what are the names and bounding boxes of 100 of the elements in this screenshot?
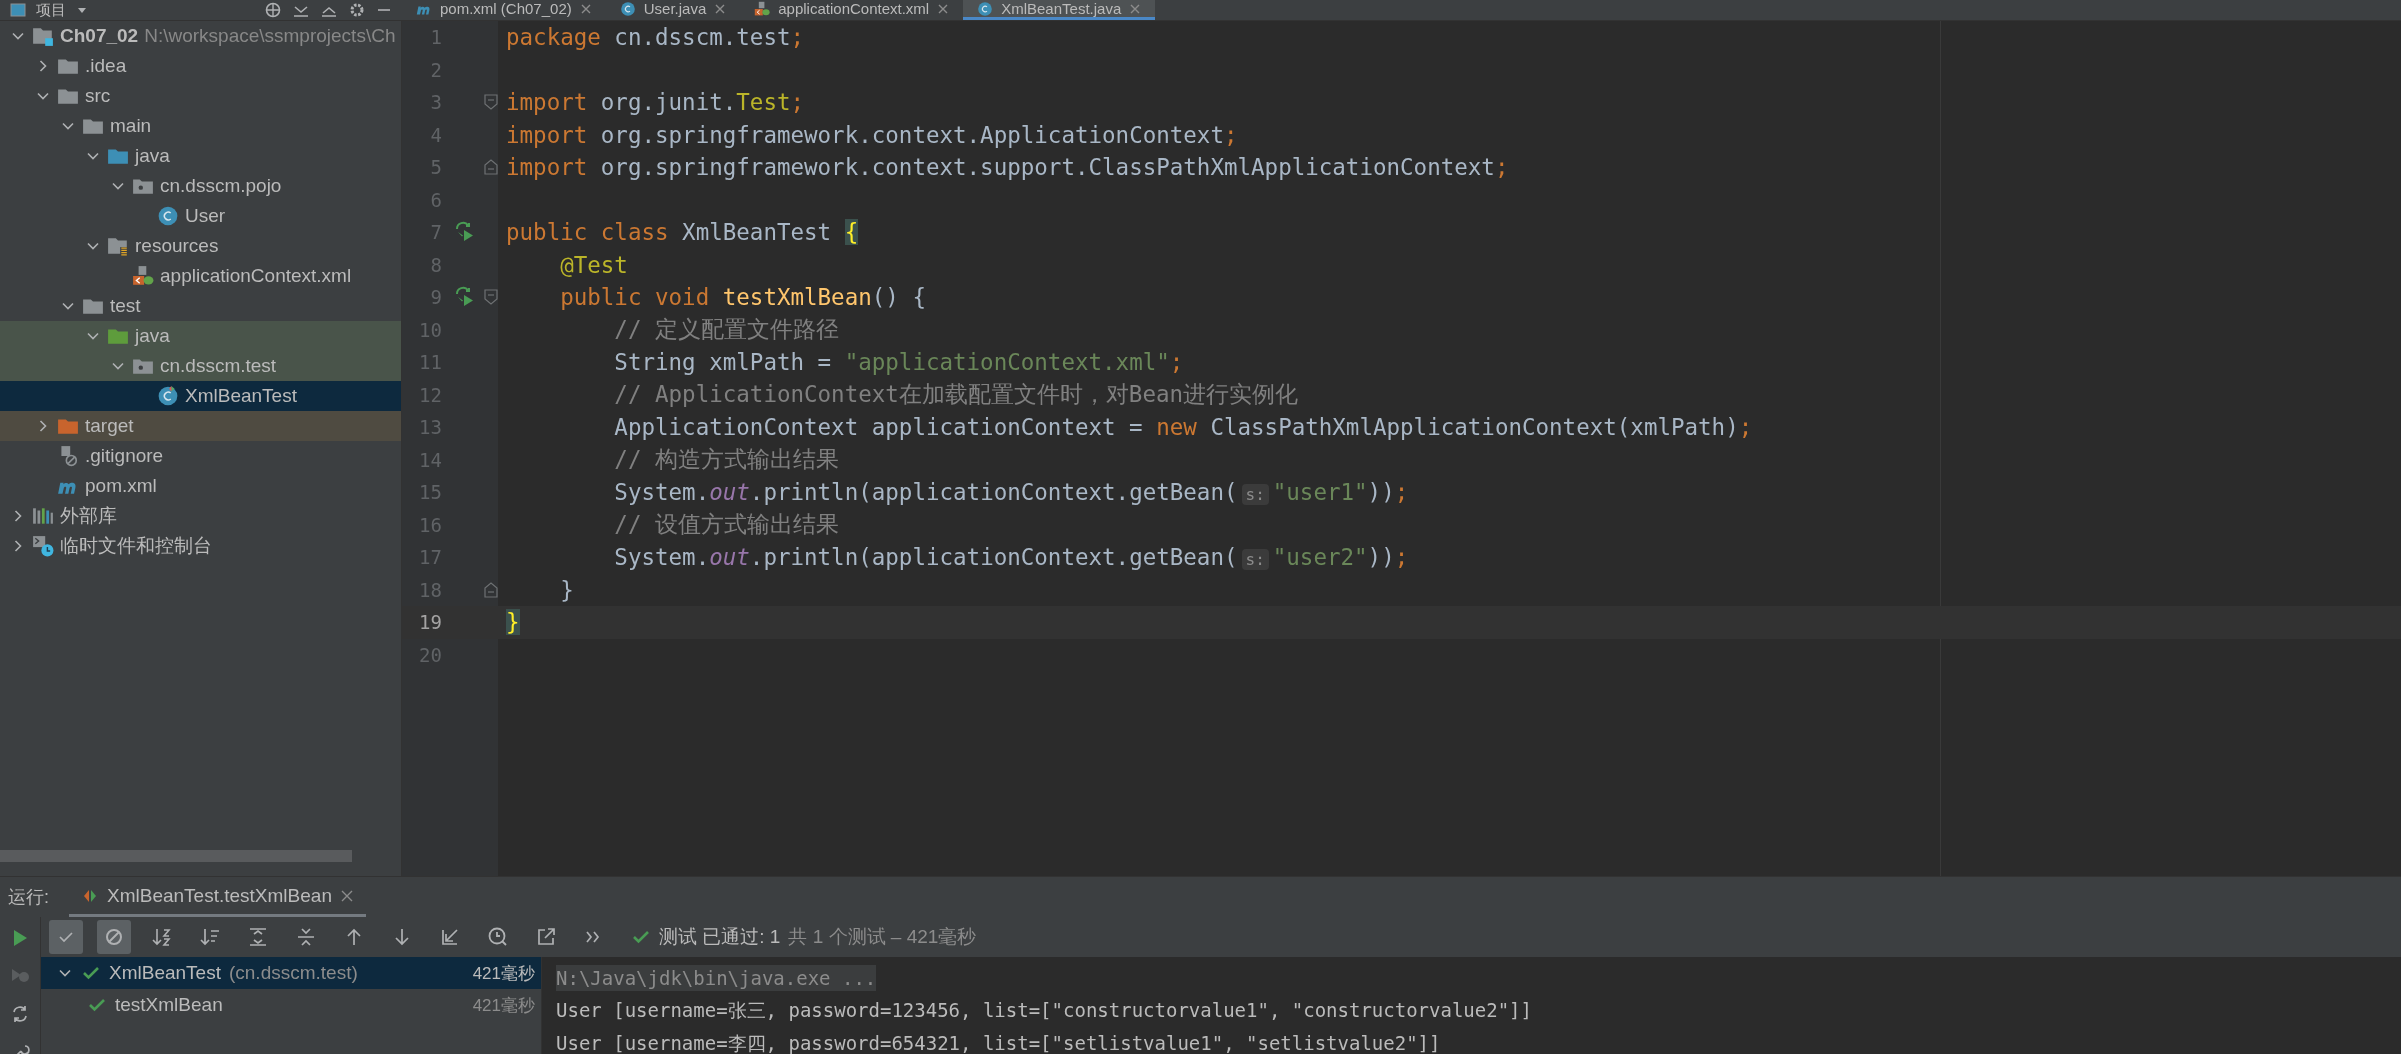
item-label: User bbox=[185, 205, 226, 227]
code-line: System.out.println(applicationContext.getBean( s: "user1")); bbox=[613, 479, 1410, 506]
item-label: .idea bbox=[85, 55, 127, 77]
tree-row[interactable]: .idea bbox=[0, 51, 401, 81]
close-icon[interactable] bbox=[937, 2, 950, 15]
test-name: XmlBeanTest bbox=[109, 962, 221, 984]
tree-row[interactable]: java bbox=[0, 141, 401, 171]
libraries-icon bbox=[32, 505, 54, 527]
module-icon bbox=[32, 25, 54, 47]
code-line: // ApplicationContext在加载配置文件时，对Bean进行实例化 bbox=[613, 380, 1300, 410]
class-icon bbox=[619, 0, 636, 17]
scratches-icon bbox=[32, 535, 54, 557]
close-icon[interactable] bbox=[1129, 2, 1142, 15]
item-label: java bbox=[135, 325, 170, 347]
project-view-icon bbox=[10, 3, 26, 17]
resources-folder-icon bbox=[107, 235, 129, 257]
run-tab[interactable]: XmlBeanTest.testXmlBean bbox=[69, 877, 366, 917]
line-number: 19 bbox=[418, 611, 442, 634]
test-status: 测试 已通过: 1 bbox=[659, 925, 781, 949]
item-label: src bbox=[85, 85, 111, 107]
item-label: applicationContext.xml bbox=[160, 265, 352, 287]
import-icon[interactable] bbox=[439, 926, 461, 948]
fold-marker-icon[interactable] bbox=[484, 94, 498, 111]
test-row[interactable]: XmlBeanTest (cn.dsscm.test) 421毫秒 bbox=[41, 957, 541, 989]
run-panel-label: 运行: bbox=[8, 886, 49, 909]
tree-row[interactable]: src bbox=[0, 81, 401, 111]
code-line: package cn.dsscm.test; bbox=[505, 24, 806, 51]
tree-row[interactable]: test bbox=[0, 291, 401, 321]
editor-tab[interactable]: applicationContext.xml bbox=[740, 0, 964, 20]
tree-row[interactable]: cn.dsscm.test bbox=[0, 351, 401, 381]
xml-file-icon bbox=[132, 265, 154, 287]
tree-row[interactable]: main bbox=[0, 111, 401, 141]
item-label: XmlBeanTest bbox=[185, 385, 297, 407]
tree-row[interactable]: Ch07_02 N:\workspace\ssmprojects\Ch bbox=[0, 21, 401, 51]
toolbar-button[interactable] bbox=[97, 920, 131, 954]
tree-row[interactable]: pom.xml bbox=[0, 471, 401, 501]
tree-row[interactable]: User bbox=[0, 201, 401, 231]
class-icon bbox=[157, 205, 179, 227]
tree-row[interactable]: cn.dsscm.pojo bbox=[0, 171, 401, 201]
tree-row[interactable]: .gitignore bbox=[0, 441, 401, 471]
project-view-title[interactable]: 项目 bbox=[36, 0, 66, 20]
sort-alphabetically-icon[interactable] bbox=[151, 926, 173, 948]
test-row[interactable]: testXmlBean 421毫秒 bbox=[41, 989, 541, 1021]
fold-marker-icon[interactable] bbox=[484, 581, 498, 598]
item-label: target bbox=[85, 415, 134, 437]
run-test-icon[interactable] bbox=[454, 284, 476, 307]
locate-icon[interactable] bbox=[264, 1, 282, 19]
tree-row[interactable]: resources bbox=[0, 231, 401, 261]
editor-tab[interactable]: XmlBeanTest.java bbox=[963, 0, 1156, 20]
code-line: String xmlPath = "applicationContext.xml"; bbox=[613, 349, 1185, 376]
console-line: User [username=李四, password=654321, list=["setlistvalue1", "setlistvalue2"]] bbox=[556, 1030, 1441, 1054]
scrollbar-thumb[interactable] bbox=[0, 850, 352, 862]
item-label: resources bbox=[135, 235, 219, 257]
close-icon[interactable] bbox=[714, 2, 727, 15]
item-label: cn.dsscm.test bbox=[160, 355, 277, 377]
settings-icon[interactable] bbox=[348, 1, 366, 19]
code-line: System.out.println(applicationContext.getBean( s: "user2")); bbox=[613, 544, 1410, 571]
editor-tab[interactable]: pom.xml (Ch07_02) bbox=[402, 0, 606, 20]
test-package: (cn.dsscm.test) bbox=[228, 962, 358, 984]
item-label: Ch07_02 bbox=[60, 25, 139, 47]
run-test-icon[interactable] bbox=[454, 219, 476, 242]
collapse-all-icon[interactable] bbox=[295, 926, 317, 948]
item-label: test bbox=[110, 295, 141, 317]
expand-all-icon[interactable] bbox=[247, 926, 269, 948]
console-line: User [username=张三, password=123456, list=["constructorvalue1", "constructorvalue2"]] bbox=[556, 997, 1532, 1023]
stop-icon[interactable] bbox=[103, 926, 125, 948]
code-line: import org.junit.Test; bbox=[505, 89, 806, 116]
item-path: N:\workspace\ssmprojects\Ch bbox=[144, 25, 396, 47]
code-line: ApplicationContext applicationContext = new ClassPathXmlApplicationContext(xmlPath); bbox=[613, 414, 1754, 441]
item-label: 临时文件和控制台 bbox=[60, 534, 212, 558]
fold-marker-icon[interactable] bbox=[484, 159, 498, 176]
code-line: // 构造方式输出结果 bbox=[613, 445, 840, 475]
code-line: import org.springframework.context.support.ClassPathXmlApplicationContext; bbox=[505, 154, 1510, 181]
tree-row[interactable]: java bbox=[0, 321, 401, 351]
sort-by-duration-icon[interactable] bbox=[199, 926, 221, 948]
tree-row[interactable]: XmlBeanTest bbox=[0, 381, 401, 411]
tree-row[interactable]: 外部库 bbox=[0, 501, 401, 531]
fold-marker-icon[interactable] bbox=[484, 289, 498, 306]
class-icon bbox=[977, 0, 994, 17]
tree-row[interactable]: 临时文件和控制台 bbox=[0, 531, 401, 561]
code-line: public void testXmlBean() { bbox=[559, 284, 927, 311]
test-summary: 共 1 个测试 – 421毫秒 bbox=[788, 925, 977, 949]
close-icon[interactable] bbox=[579, 2, 592, 15]
export-icon[interactable] bbox=[535, 926, 557, 948]
item-label: main bbox=[110, 115, 152, 137]
test-duration: 421毫秒 bbox=[472, 962, 535, 985]
code-line: import org.springframework.context.ApplicationContext; bbox=[505, 121, 1239, 148]
history-icon[interactable] bbox=[487, 926, 509, 948]
tree-row[interactable]: target bbox=[0, 411, 401, 441]
item-label: 外部库 bbox=[60, 504, 117, 528]
item-label: cn.dsscm.pojo bbox=[160, 175, 282, 197]
code-line: // 定义配置文件路径 bbox=[613, 315, 840, 345]
close-icon[interactable] bbox=[339, 888, 354, 903]
code-line: public class XmlBeanTest { bbox=[505, 219, 860, 246]
test-duration: 421毫秒 bbox=[472, 994, 535, 1017]
editor-tab[interactable]: User.java bbox=[605, 0, 741, 20]
item-label: java bbox=[135, 145, 170, 167]
code-line: @Test bbox=[559, 251, 629, 278]
class-icon bbox=[157, 385, 179, 407]
tree-row[interactable]: applicationContext.xml bbox=[0, 261, 401, 291]
